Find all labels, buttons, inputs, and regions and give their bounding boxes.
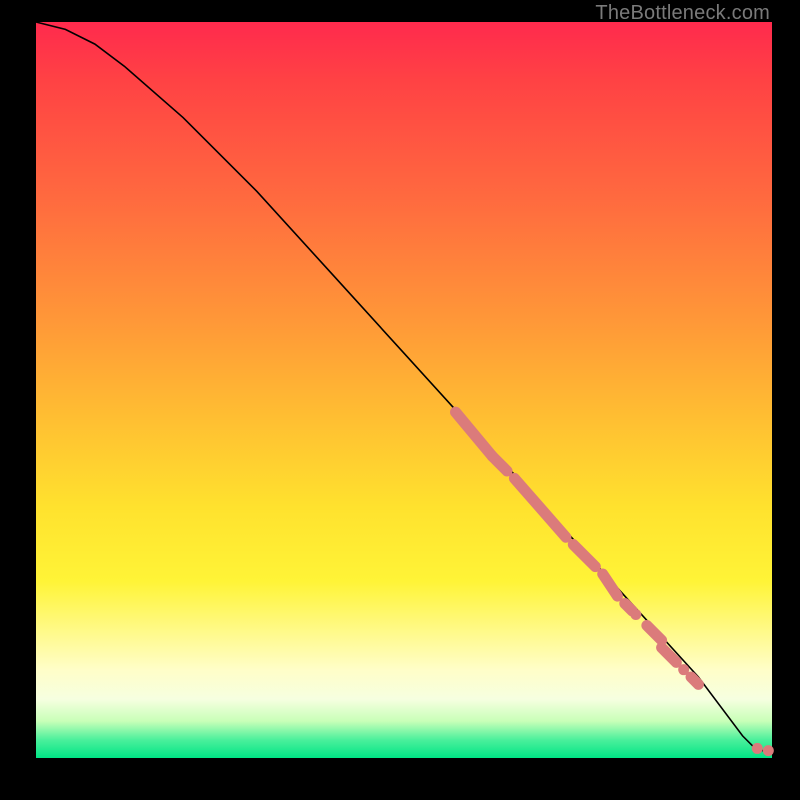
highlight-dot xyxy=(752,743,763,754)
highlight-segment xyxy=(514,478,566,537)
highlight-dot xyxy=(763,745,774,756)
highlight-segment xyxy=(647,626,662,641)
highlight-dot xyxy=(678,664,689,675)
highlight-segment xyxy=(625,603,632,610)
highlight-segment xyxy=(691,677,698,684)
highlight-dot xyxy=(630,609,641,620)
highlight-segment xyxy=(456,412,493,456)
chart-frame: TheBottleneck.com xyxy=(0,0,800,800)
highlight-segment xyxy=(603,574,618,596)
highlight-segment xyxy=(492,456,507,471)
highlight-segments xyxy=(456,412,699,684)
chart-svg xyxy=(36,22,772,758)
plot-area xyxy=(36,22,772,758)
highlight-segment xyxy=(573,545,595,567)
